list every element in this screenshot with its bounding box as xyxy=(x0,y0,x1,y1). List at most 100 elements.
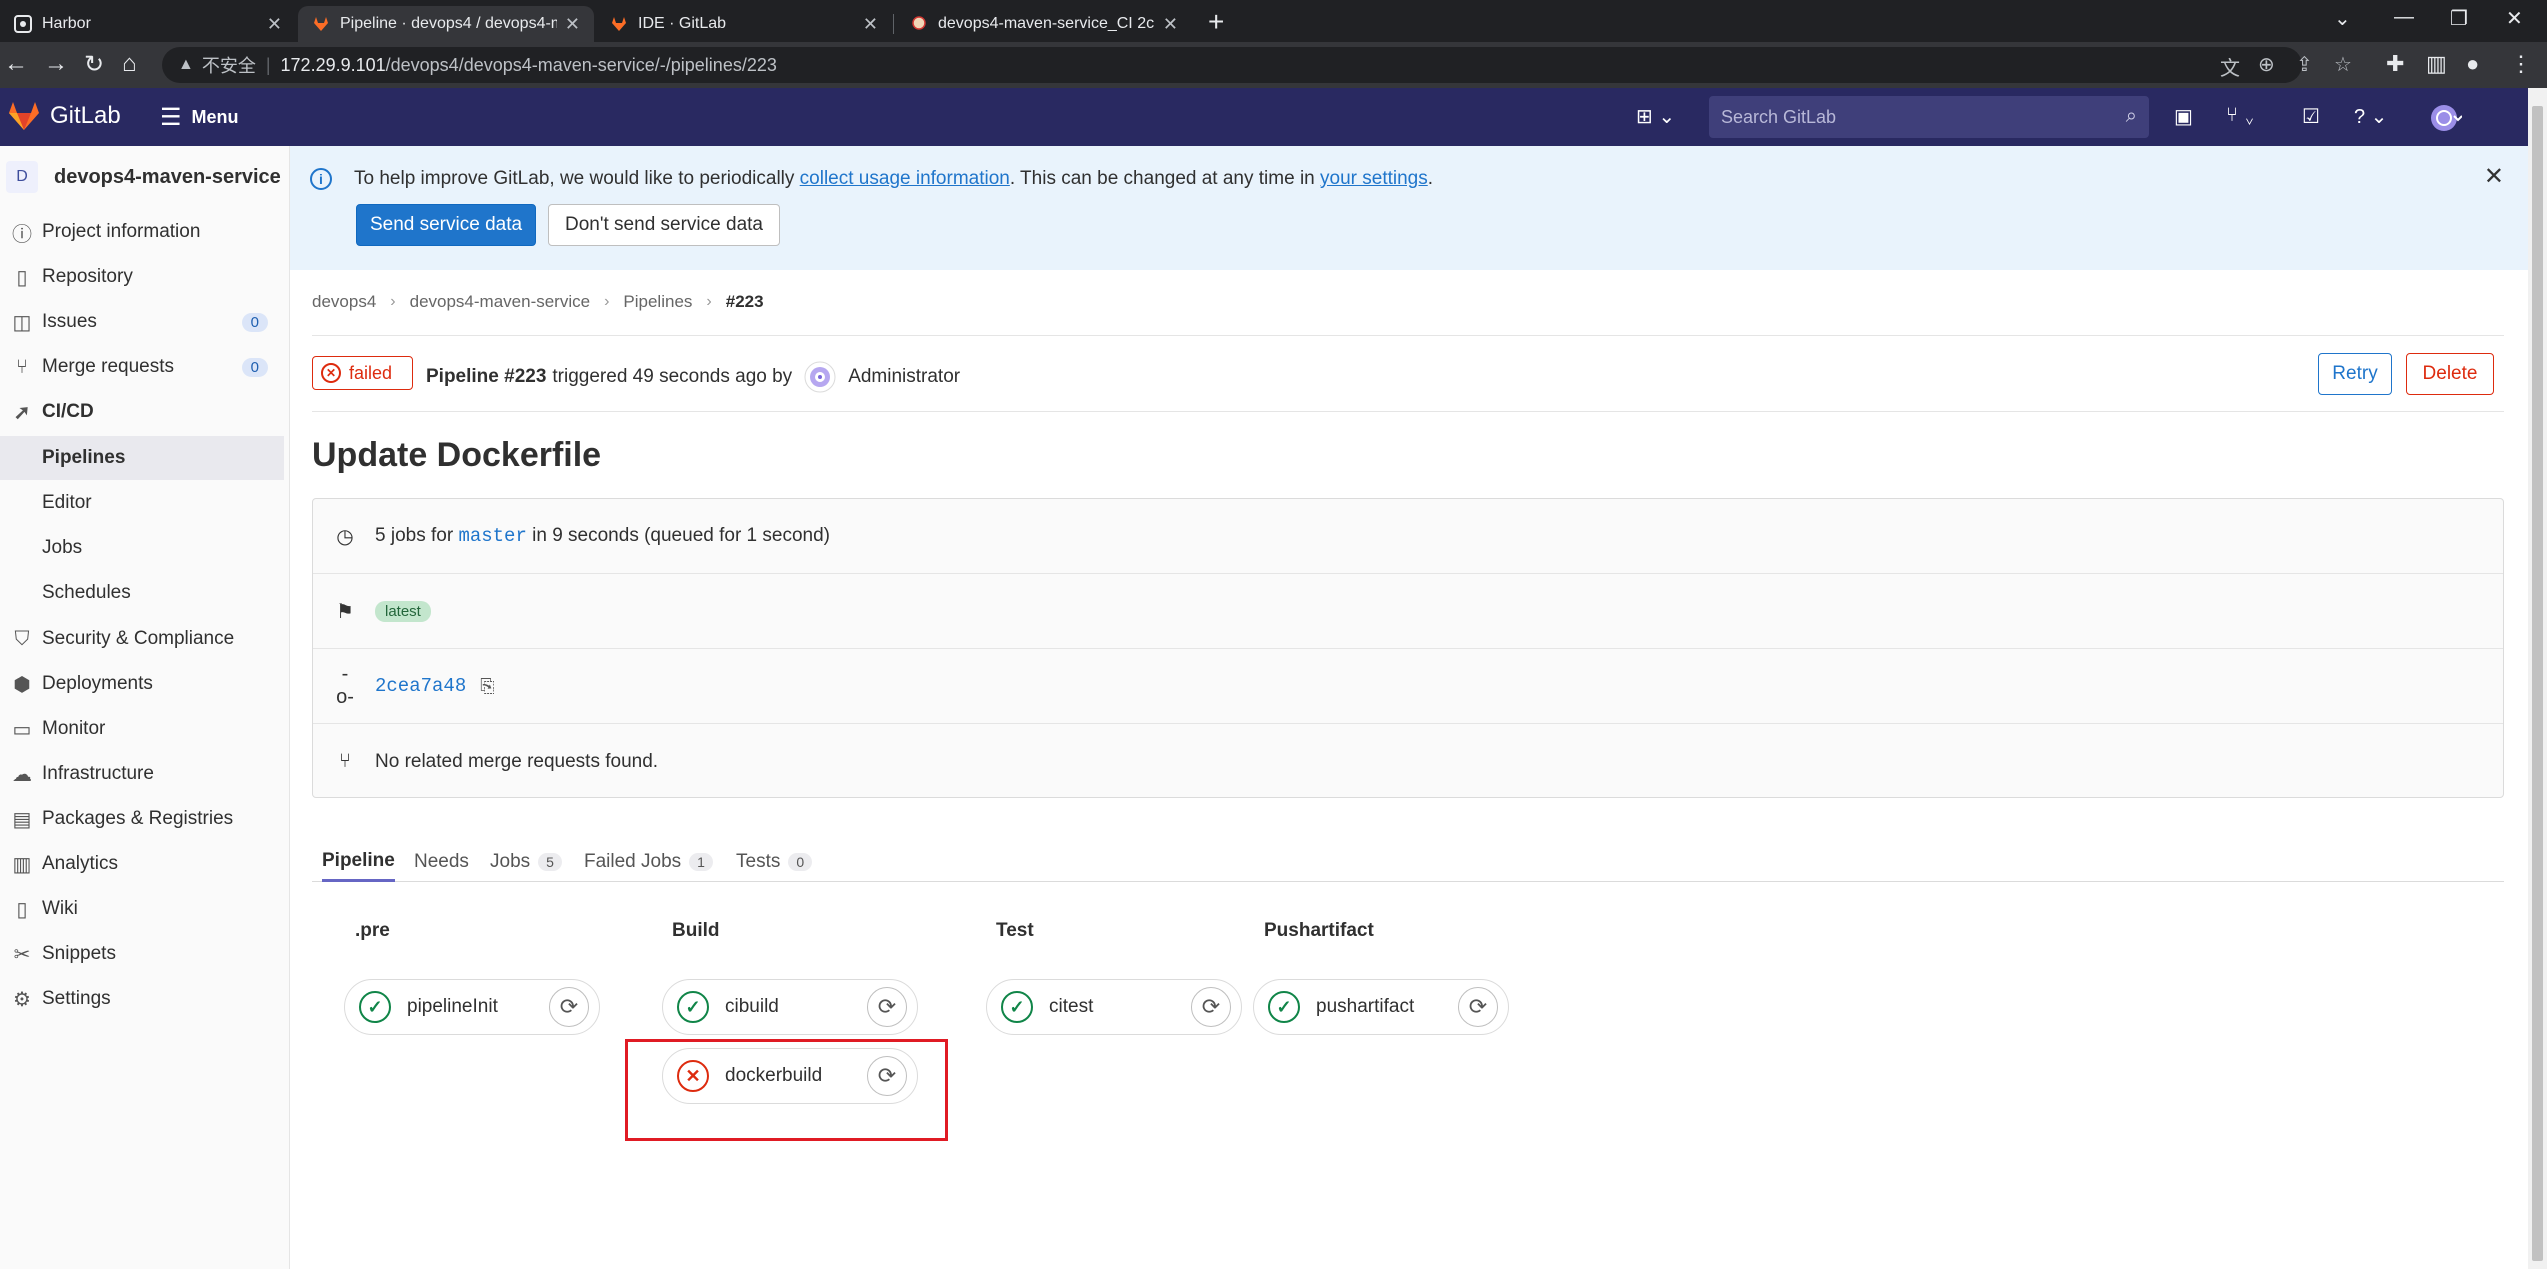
your-settings-link[interactable]: your settings xyxy=(1320,168,1428,189)
sidebar-item-editor[interactable]: Editor xyxy=(0,481,284,525)
pipeline-tabs: Pipeline Needs Jobs 5 Failed Jobs 1 Tests 0 xyxy=(312,830,2504,882)
sidebar-item-label: Editor xyxy=(42,492,92,513)
retry-icon[interactable]: ⟳ xyxy=(1458,987,1498,1027)
address-bar[interactable]: ▲ 不安全 | 172.29.9.101 /devops4/devops4-ma… xyxy=(162,47,2302,83)
browser-tab-ide[interactable]: IDE · GitLab ✕ xyxy=(596,6,892,42)
sidebar-item-pipelines[interactable]: Pipelines xyxy=(0,436,284,480)
browser-tab-jenkins[interactable]: devops4-maven-service_CI 2c ✕ xyxy=(896,6,1192,42)
menu-button[interactable]: ☰ Menu xyxy=(160,103,239,132)
breadcrumb-item[interactable]: Pipelines xyxy=(623,292,692,312)
sidebar-item-monitor[interactable]: ▭ Monitor xyxy=(0,707,284,751)
tab-label: Pipeline xyxy=(322,849,395,871)
forward-icon[interactable]: → xyxy=(44,50,68,78)
home-icon[interactable]: ⌂ xyxy=(122,50,137,78)
close-tab-icon[interactable]: ✕ xyxy=(863,14,878,35)
tab-jobs[interactable]: Jobs 5 xyxy=(490,842,562,882)
sidebar-item-issues[interactable]: ◫ Issues 0 xyxy=(0,300,284,344)
close-tab-icon[interactable]: ✕ xyxy=(267,14,282,35)
browser-toolbar: ← → ↻ ⌂ ▲ 不安全 | 172.29.9.101 /devops4/de… xyxy=(0,42,2547,88)
page-scrollbar[interactable] xyxy=(2528,88,2547,1269)
tab-tests[interactable]: Tests 0 xyxy=(736,842,813,882)
tab-pipeline[interactable]: Pipeline xyxy=(322,842,395,882)
tab-search-icon[interactable]: ⌄ xyxy=(2334,6,2351,31)
breadcrumb-item[interactable]: devops4-maven-service xyxy=(410,292,590,312)
sidebar-item-snippets[interactable]: ✂ Snippets xyxy=(0,932,284,976)
retry-button[interactable]: Retry xyxy=(2318,353,2392,395)
tab-needs[interactable]: Needs xyxy=(414,842,469,882)
avatar[interactable] xyxy=(804,361,836,393)
browser-tab-harbor[interactable]: Harbor ✕ xyxy=(0,6,296,42)
sidebar-item-packages-registries[interactable]: ▤ Packages & Registries xyxy=(0,797,284,841)
dont-send-service-data-button[interactable]: Don't send service data xyxy=(548,204,780,246)
close-tab-icon[interactable]: ✕ xyxy=(565,14,580,35)
send-service-data-button[interactable]: Send service data xyxy=(356,204,536,246)
stage-title: Pushartifact xyxy=(1264,920,1374,941)
sidebar-item-repository[interactable]: ▯ Repository xyxy=(0,255,284,299)
extensions-icon[interactable]: ✚ xyxy=(2386,51,2404,77)
zoom-icon[interactable]: ⊕ xyxy=(2258,52,2275,77)
sidebar-item-infrastructure[interactable]: ☁ Infrastructure xyxy=(0,752,284,796)
sidebar-item-merge-requests[interactable]: ⑂ Merge requests 0 xyxy=(0,345,284,389)
gitlab-logo[interactable]: GitLab xyxy=(8,101,121,131)
user-link[interactable]: Administrator xyxy=(848,366,960,388)
more-menu-icon[interactable]: ⋮ xyxy=(2510,51,2532,77)
bookmark-star-icon[interactable]: ☆ xyxy=(2334,52,2352,77)
new-tab-button[interactable]: + xyxy=(1208,6,1224,38)
divider xyxy=(312,411,2504,412)
side-panel-icon[interactable]: ▥ xyxy=(2426,51,2447,77)
sidebar-item-cicd[interactable]: ➚ CI/CD xyxy=(0,390,284,434)
retry-icon[interactable]: ⟳ xyxy=(867,987,907,1027)
retry-icon[interactable]: ⟳ xyxy=(549,987,589,1027)
sidebar-item-schedules[interactable]: Schedules xyxy=(0,571,284,615)
reload-icon[interactable]: ↻ xyxy=(84,50,104,79)
search-input[interactable]: Search GitLab ⌕ xyxy=(1709,96,2149,138)
sidebar-item-deployments[interactable]: ⬢ Deployments xyxy=(0,662,284,706)
sidebar-item-project-information[interactable]: ⓘ Project information xyxy=(0,210,284,254)
close-window-icon[interactable]: ✕ xyxy=(2506,6,2523,31)
minimize-icon[interactable]: — xyxy=(2394,6,2414,29)
sidebar-item-analytics[interactable]: ▥ Analytics xyxy=(0,842,284,886)
count-badge: 0 xyxy=(788,853,813,871)
retry-icon[interactable]: ⟳ xyxy=(1191,987,1231,1027)
close-icon[interactable]: ✕ xyxy=(2484,162,2504,191)
job-pipelineinit[interactable]: ✓ pipelineInit ⟳ xyxy=(344,979,600,1035)
copy-icon[interactable]: ⎘ xyxy=(480,676,494,697)
merge-requests-nav-icon[interactable]: ⑂ ⌄ xyxy=(2226,104,2256,127)
menu-label: Menu xyxy=(191,107,239,127)
help-icon[interactable]: ? ⌄ xyxy=(2354,104,2387,129)
branch-link[interactable]: master xyxy=(458,525,526,547)
back-icon[interactable]: ← xyxy=(4,50,28,78)
breadcrumb-item[interactable]: devops4 xyxy=(312,292,376,312)
tab-failed-jobs[interactable]: Failed Jobs 1 xyxy=(584,842,713,882)
scrollbar-thumb[interactable] xyxy=(2532,106,2543,1261)
job-cibuild[interactable]: ✓ cibuild ⟳ xyxy=(662,979,918,1035)
sidebar-item-wiki[interactable]: ▯ Wiki xyxy=(0,887,284,931)
close-tab-icon[interactable]: ✕ xyxy=(1163,14,1178,35)
job-citest[interactable]: ✓ citest ⟳ xyxy=(986,979,1242,1035)
delete-button[interactable]: Delete xyxy=(2406,353,2494,395)
issues-nav-icon[interactable]: ▣ xyxy=(2174,104,2193,129)
profile-icon[interactable]: ● xyxy=(2466,51,2479,77)
pipeline-header: Pipeline #223 triggered 49 seconds ago b… xyxy=(426,361,960,393)
issues-icon: ◫ xyxy=(12,311,32,334)
project-header[interactable]: D devops4-maven-service xyxy=(0,146,290,208)
user-avatar-menu[interactable] xyxy=(2430,104,2463,138)
translate-icon[interactable]: 文 xyxy=(2220,52,2240,81)
sidebar-item-jobs[interactable]: Jobs xyxy=(0,526,284,570)
restore-icon[interactable]: ❐ xyxy=(2450,6,2468,31)
commit-sha-link[interactable]: 2cea7a48 xyxy=(375,675,466,697)
sidebar-item-security-compliance[interactable]: ⛉ Security & Compliance xyxy=(0,617,284,661)
sidebar-item-settings[interactable]: ⚙ Settings xyxy=(0,977,284,1021)
status-badge[interactable]: ✕ failed xyxy=(312,356,413,390)
merge-requests-count: 0 xyxy=(241,357,268,377)
job-pushartifact[interactable]: ✓ pushartifact ⟳ xyxy=(1253,979,1509,1035)
breadcrumb-current[interactable]: #223 xyxy=(726,292,764,312)
collect-usage-link[interactable]: collect usage information xyxy=(800,168,1010,189)
todos-icon[interactable]: ☑ xyxy=(2302,104,2320,129)
new-item-icon[interactable]: ⊞ ⌄ xyxy=(1636,104,1675,129)
browser-tab-pipeline[interactable]: Pipeline · devops4 / devops4-maven-servi… xyxy=(298,6,594,42)
banner-text: . This can be changed at any time in xyxy=(1009,168,1321,189)
share-icon[interactable]: ⇪ xyxy=(2296,52,2313,77)
count-badge: 5 xyxy=(538,853,562,871)
mr-text: No related merge requests found. xyxy=(375,750,659,772)
